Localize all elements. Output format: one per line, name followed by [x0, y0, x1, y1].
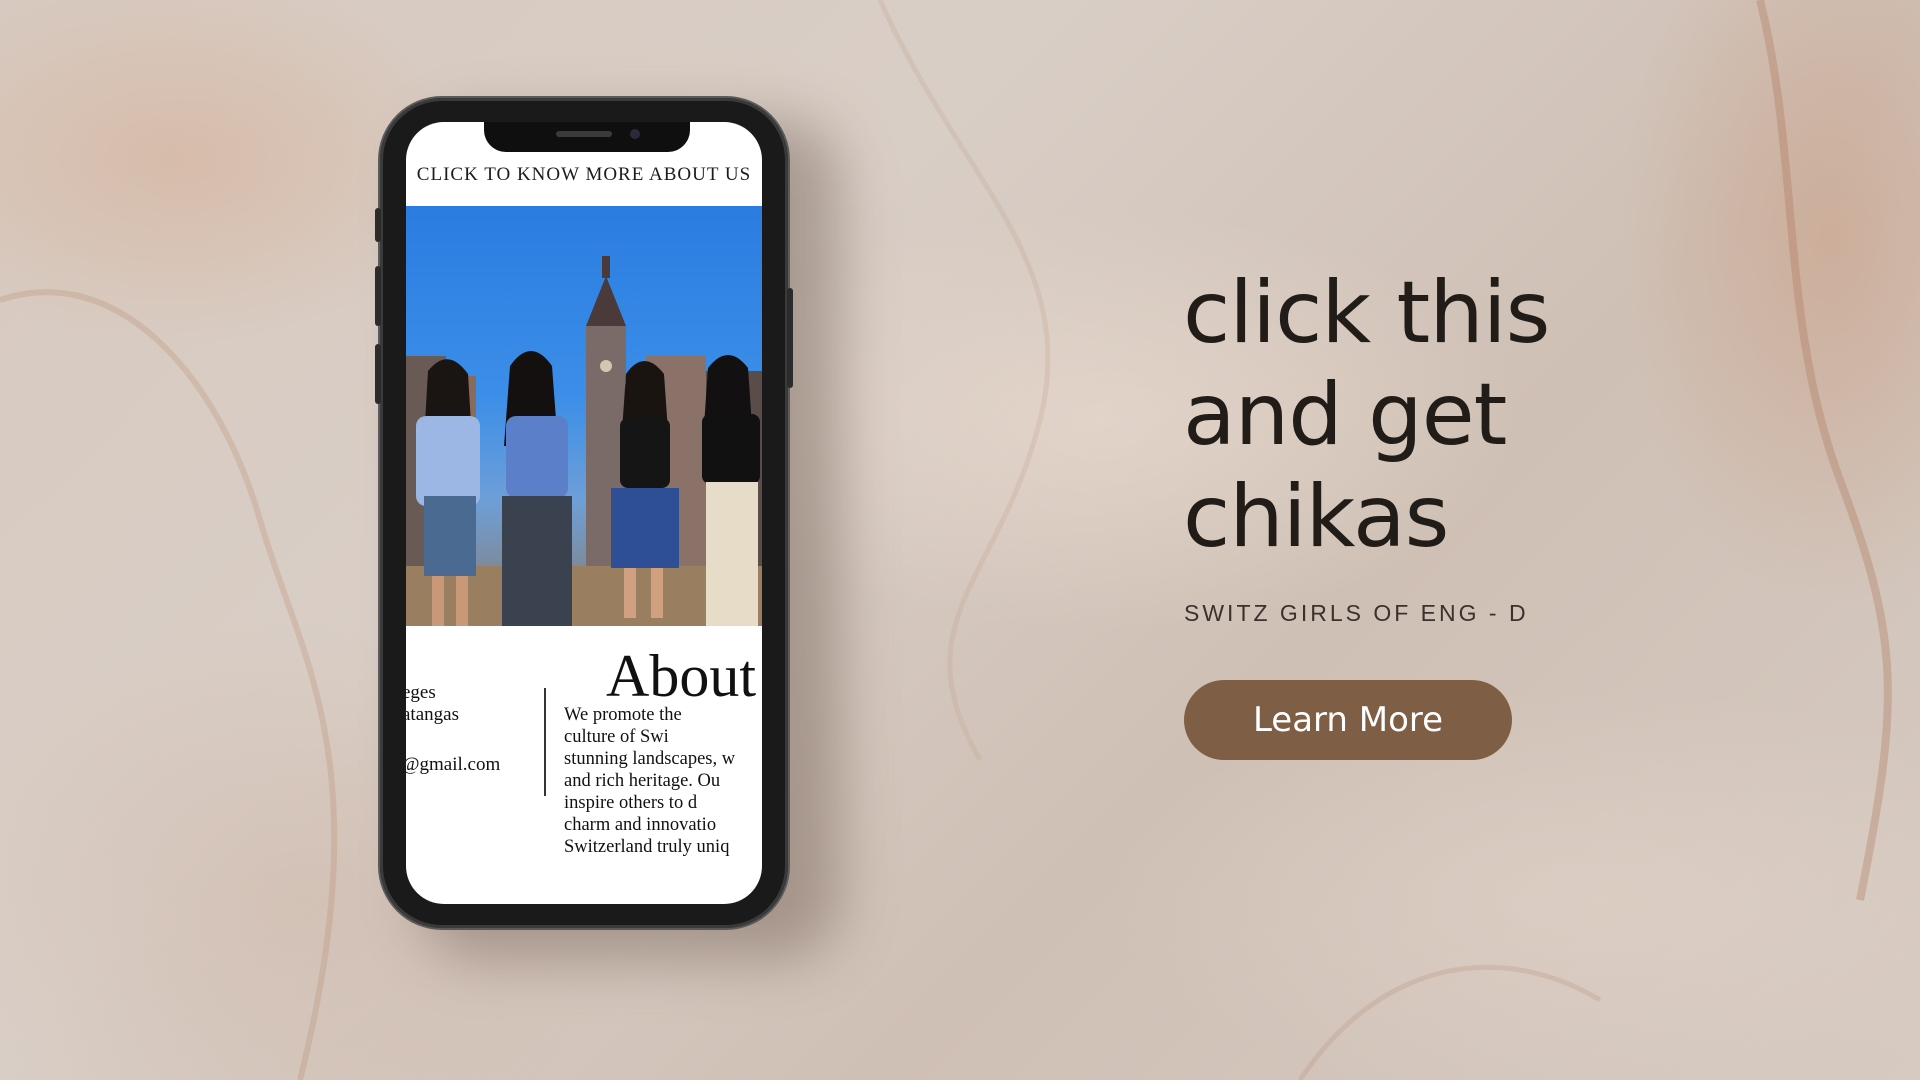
about-body-text: We promote the culture of Swi stunning l… — [564, 705, 736, 857]
headline-line: and get — [1183, 365, 1507, 465]
contact-line: atangas — [406, 704, 459, 725]
headline-line: click this — [1183, 263, 1550, 363]
group-photo — [406, 206, 762, 626]
speaker-grille — [556, 131, 612, 137]
about-title: About — [606, 643, 756, 709]
headline-line: chikas — [1183, 467, 1449, 567]
phone-screen: CLICK TO KNOW MORE ABOUT US About eges a… — [406, 122, 762, 904]
hero-subtitle: SWITZ GIRLS OF ENG - D — [1184, 600, 1529, 626]
contact-line: eges — [406, 682, 436, 703]
phone-side-button — [375, 208, 381, 242]
hero-headline: click this and get chikas — [1183, 262, 1703, 568]
phone-volume-down-button — [375, 344, 381, 404]
phone-power-button — [787, 288, 793, 388]
screen-header-link[interactable]: CLICK TO KNOW MORE ABOUT US — [406, 164, 762, 186]
phone-volume-up-button — [375, 266, 381, 326]
front-camera-icon — [630, 129, 640, 139]
phone-notch — [484, 122, 690, 152]
learn-more-button[interactable]: Learn More — [1184, 680, 1512, 760]
vertical-divider — [544, 688, 546, 796]
contact-email[interactable]: @gmail.com — [406, 754, 500, 776]
phone-mockup: CLICK TO KNOW MORE ABOUT US About eges a… — [375, 98, 793, 928]
